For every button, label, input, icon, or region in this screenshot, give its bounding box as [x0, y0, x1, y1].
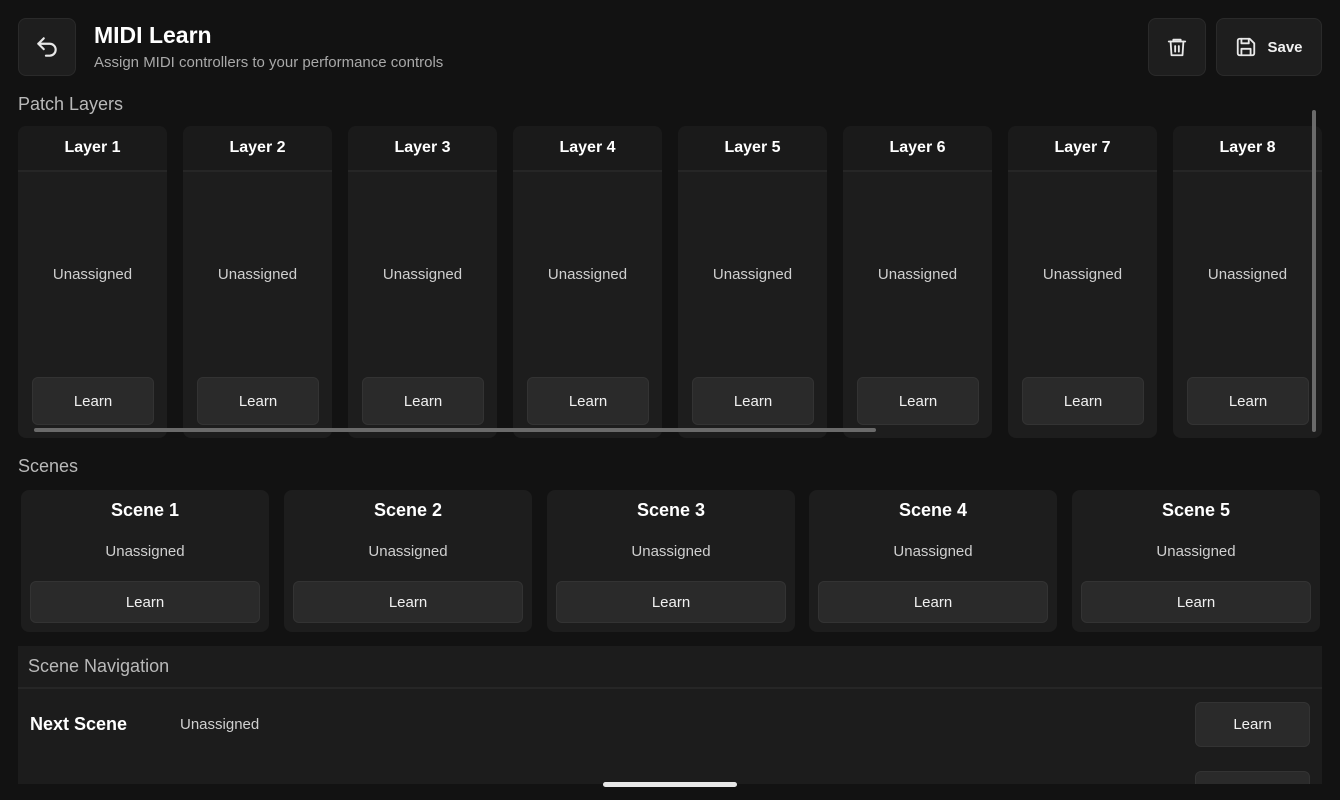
scene-learn-button[interactable]: Learn	[30, 581, 260, 623]
layer-learn-button[interactable]: Learn	[362, 377, 484, 425]
save-button-label: Save	[1267, 38, 1303, 56]
scene-learn-button[interactable]: Learn	[293, 581, 523, 623]
back-button[interactable]	[18, 18, 76, 76]
scene-name: Scene 4	[898, 500, 968, 520]
scene-learn-button[interactable]: Learn	[1081, 581, 1311, 623]
layer-status: Unassigned	[382, 266, 463, 283]
vertical-scrollbar[interactable]	[1312, 110, 1316, 432]
page-title: MIDI Learn	[94, 22, 212, 48]
layer-name: Layer 2	[183, 126, 332, 172]
scene-learn-button[interactable]: Learn	[556, 581, 786, 623]
scene-card: Scene 2 Unassigned Learn	[284, 490, 532, 632]
home-indicator[interactable]	[603, 782, 737, 787]
scene-name: Scene 5	[1161, 500, 1231, 520]
layer-name: Layer 8	[1173, 126, 1322, 172]
layer-status: Unassigned	[877, 266, 958, 283]
layer-card: Layer 4 Unassigned Learn	[513, 126, 662, 438]
layer-name: Layer 3	[348, 126, 497, 172]
layer-learn-button[interactable]: Learn	[692, 377, 814, 425]
layer-learn-button[interactable]: Learn	[527, 377, 649, 425]
scene-card: Scene 1 Unassigned Learn	[21, 490, 269, 632]
scene-status: Unassigned	[1156, 543, 1236, 560]
scene-navigation-panel: Scene Navigation Next Scene Unassigned L…	[18, 646, 1322, 784]
layer-learn-button[interactable]: Learn	[197, 377, 319, 425]
scene-learn-button[interactable]: Learn	[818, 581, 1048, 623]
layer-name: Layer 7	[1008, 126, 1157, 172]
layer-card: Layer 5 Unassigned Learn	[678, 126, 827, 438]
floppy-disk-icon	[1237, 37, 1256, 57]
scene-card: Scene 3 Unassigned Learn	[547, 490, 795, 632]
next-scene-status: Unassigned	[180, 716, 260, 733]
scene-status: Unassigned	[368, 543, 448, 560]
scene-status: Unassigned	[105, 543, 185, 560]
layer-learn-button[interactable]: Learn	[1187, 377, 1309, 425]
save-button[interactable]: Save	[1216, 18, 1322, 76]
layer-card: Layer 2 Unassigned Learn	[183, 126, 332, 438]
layer-card: Layer 6 Unassigned Learn	[843, 126, 992, 438]
layer-status: Unassigned	[712, 266, 793, 283]
patch-layers-scroller[interactable]: Layer 1 Unassigned Learn Layer 2 Unassig…	[18, 126, 1322, 438]
layer-status: Unassigned	[1207, 266, 1288, 283]
layer-status: Unassigned	[1042, 266, 1123, 283]
delete-button[interactable]	[1148, 18, 1206, 76]
scenes-title: Scenes	[18, 456, 79, 476]
next-row-learn-button[interactable]	[1195, 771, 1310, 784]
midi-learn-screen: MIDI Learn Assign MIDI controllers to yo…	[0, 0, 1340, 800]
undo-arrow-icon	[37, 37, 57, 57]
header: MIDI Learn Assign MIDI controllers to yo…	[18, 18, 1322, 76]
scene-name: Scene 2	[373, 500, 443, 520]
layer-card: Layer 7 Unassigned Learn	[1008, 126, 1157, 438]
scene-card: Scene 4 Unassigned Learn	[809, 490, 1057, 632]
layer-learn-button[interactable]: Learn	[32, 377, 154, 425]
layer-learn-button[interactable]: Learn	[857, 377, 979, 425]
patch-layers-title: Patch Layers	[18, 94, 124, 114]
horizontal-scrollbar[interactable]	[34, 428, 876, 432]
scene-status: Unassigned	[893, 543, 973, 560]
next-scene-label: Next Scene	[30, 714, 128, 734]
next-scene-learn-button[interactable]: Learn	[1195, 702, 1310, 747]
scene-name: Scene 1	[110, 500, 180, 520]
layer-card: Layer 8 Unassigned Learn	[1173, 126, 1322, 438]
layer-status: Unassigned	[217, 266, 298, 283]
trash-icon	[1167, 38, 1187, 57]
layer-status: Unassigned	[52, 266, 133, 283]
scene-name: Scene 3	[636, 500, 706, 520]
layer-card: Layer 3 Unassigned Learn	[348, 126, 497, 438]
scene-status: Unassigned	[631, 543, 711, 560]
layer-card: Layer 1 Unassigned Learn	[18, 126, 167, 438]
scene-card: Scene 5 Unassigned Learn	[1072, 490, 1320, 632]
layer-name: Layer 5	[678, 126, 827, 172]
layer-name: Layer 6	[843, 126, 992, 172]
page-subtitle: Assign MIDI controllers to your performa…	[94, 54, 444, 71]
layer-name: Layer 4	[513, 126, 662, 172]
layer-status: Unassigned	[547, 266, 628, 283]
layer-name: Layer 1	[18, 126, 167, 172]
layer-learn-button[interactable]: Learn	[1022, 377, 1144, 425]
scene-navigation-title: Scene Navigation	[18, 646, 1322, 689]
